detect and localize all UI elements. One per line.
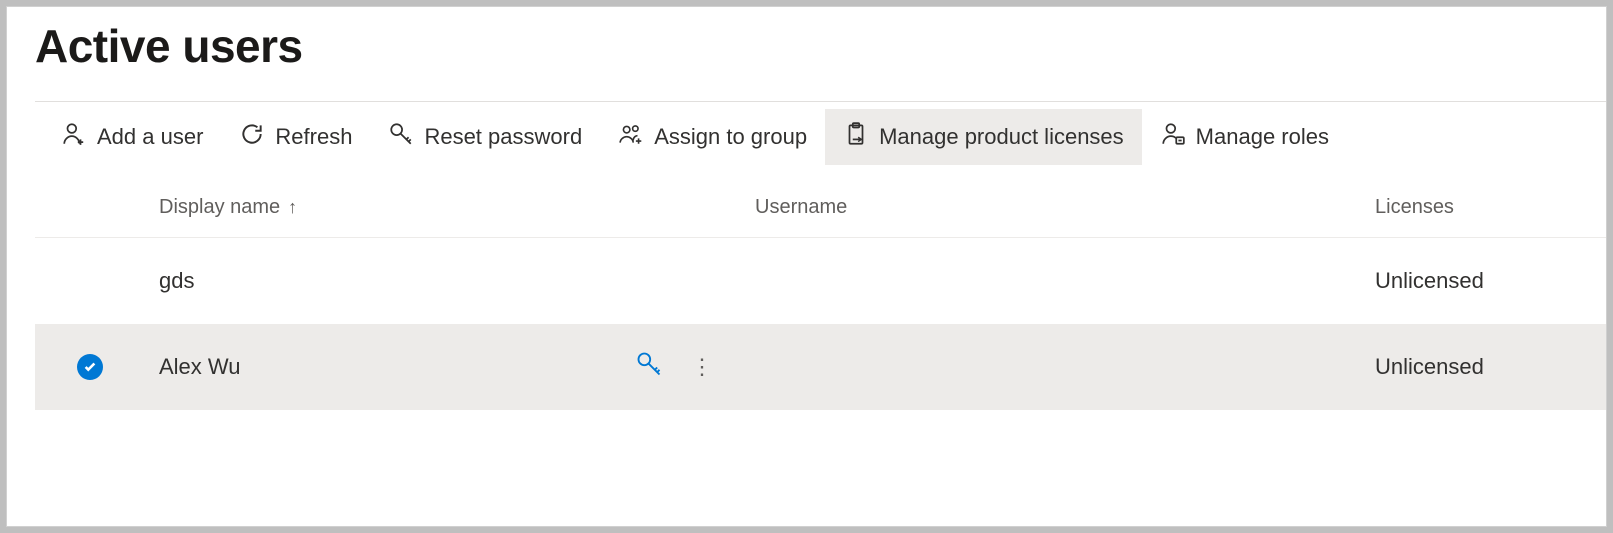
table-row[interactable]: Alex Wu ⋮ Unlicensed (35, 324, 1606, 410)
column-username[interactable]: Username (755, 196, 1375, 219)
key-icon (388, 121, 414, 153)
assign-group-label: Assign to group (654, 124, 807, 150)
reset-password-row-icon[interactable] (635, 350, 663, 384)
table-header: Display name ↑ Username Licenses (35, 172, 1606, 238)
manage-licenses-button[interactable]: Manage product licenses (825, 109, 1142, 165)
person-add-icon (61, 121, 87, 153)
refresh-label: Refresh (275, 124, 352, 150)
more-actions-icon[interactable]: ⋮ (691, 354, 715, 380)
add-user-label: Add a user (97, 124, 203, 150)
add-user-button[interactable]: Add a user (43, 109, 221, 165)
page-title: Active users (35, 19, 1606, 73)
table-row[interactable]: gds Unlicensed (35, 238, 1606, 324)
admin-panel: Active users Add a user (6, 6, 1607, 527)
sort-ascending-icon: ↑ (288, 197, 297, 218)
licenses-cell: Unlicensed (1375, 268, 1484, 293)
column-licenses[interactable]: Licenses (1375, 196, 1454, 219)
reset-password-label: Reset password (424, 124, 582, 150)
manage-roles-button[interactable]: Manage roles (1142, 109, 1347, 165)
person-role-icon (1160, 121, 1186, 153)
manage-roles-label: Manage roles (1196, 124, 1329, 150)
column-licenses-label: Licenses (1375, 196, 1454, 218)
refresh-button[interactable]: Refresh (221, 109, 370, 165)
toolbar: Add a user Refresh Res (35, 102, 1606, 172)
column-username-label: Username (755, 196, 847, 218)
licenses-cell: Unlicensed (1375, 354, 1484, 379)
display-name-cell: gds (159, 268, 194, 294)
group-add-icon (618, 121, 644, 153)
row-checkbox[interactable] (35, 354, 135, 380)
display-name-cell: Alex Wu (159, 354, 241, 380)
manage-licenses-label: Manage product licenses (879, 124, 1124, 150)
checkmark-icon (77, 354, 103, 380)
column-display-name[interactable]: Display name ↑ (135, 196, 755, 219)
column-display-name-label: Display name (159, 196, 280, 219)
refresh-icon (239, 121, 265, 153)
reset-password-button[interactable]: Reset password (370, 109, 600, 165)
assign-group-button[interactable]: Assign to group (600, 109, 825, 165)
clipboard-icon (843, 121, 869, 153)
